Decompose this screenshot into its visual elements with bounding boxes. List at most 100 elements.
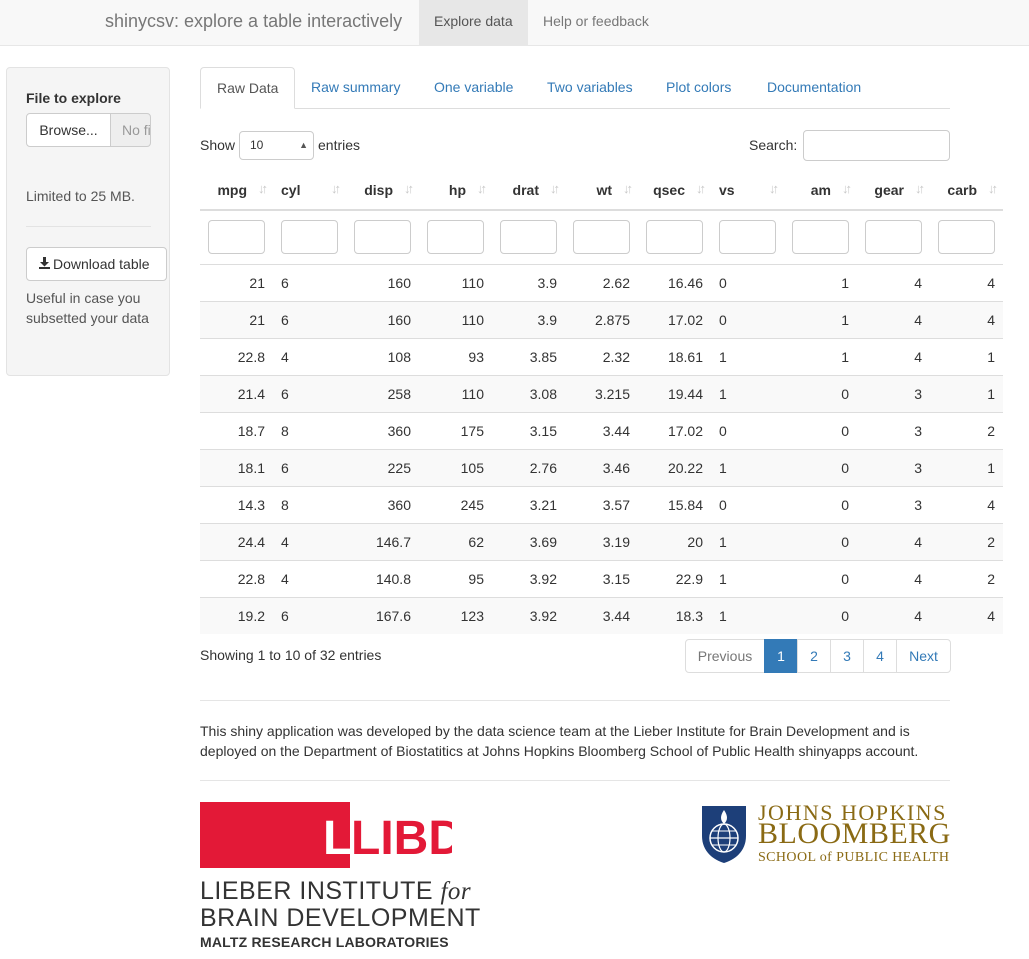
page-length-value: 10 xyxy=(250,138,264,152)
table-cell-wt: 3.44 xyxy=(565,596,638,634)
table-cell-am: 1 xyxy=(784,263,857,301)
sidebar-panel: File to explore Browse... No file select… xyxy=(6,67,170,376)
column-filter-input[interactable] xyxy=(792,220,849,255)
table-row: 14.3 8 360 245 3.21 3.57 15.84 0 0 3 4 xyxy=(200,485,1003,523)
table-row: 21 6 160 110 3.9 2.875 17.02 0 1 4 4 xyxy=(200,300,1003,338)
column-header-wt[interactable]: wt ↓↑ xyxy=(565,170,638,211)
page-button-2[interactable]: 2 xyxy=(797,639,831,673)
column-filter-input[interactable] xyxy=(500,220,557,255)
table-header-row: mpg ↓↑ cyl ↓↑ disp ↓↑ hp ↓↑ drat ↓↑ wt ↓↑ qsec ↓↑ vs ↓↑… xyxy=(200,170,1003,211)
column-filter-input[interactable] xyxy=(938,220,995,255)
table-cell-qsec: 17.02 xyxy=(638,411,711,449)
column-header-gear[interactable]: gear ↓↑ xyxy=(857,170,930,211)
table-cell-drat: 3.15 xyxy=(492,411,565,449)
browse-button[interactable]: Browse... xyxy=(26,113,111,147)
table-cell-drat: 3.08 xyxy=(492,374,565,412)
table-cell-drat: 3.92 xyxy=(492,559,565,597)
table-cell-vs: 1 xyxy=(711,448,784,486)
table-cell-qsec: 18.3 xyxy=(638,596,711,634)
column-header-carb[interactable]: carb ↓↑ xyxy=(930,170,1003,211)
table-cell-vs: 1 xyxy=(711,374,784,412)
column-header-cyl[interactable]: cyl ↓↑ xyxy=(273,170,346,211)
sort-icon[interactable]: ↓↑ xyxy=(915,181,925,196)
sort-icon[interactable]: ↓↑ xyxy=(477,181,487,196)
table-cell-vs: 1 xyxy=(711,596,784,634)
table-cell-carb: 2 xyxy=(930,411,1003,449)
column-filter-input[interactable] xyxy=(208,220,265,255)
table-info: Showing 1 to 10 of 32 entries xyxy=(200,647,382,663)
table-cell-gear: 4 xyxy=(857,596,930,634)
table-row: 21.4 6 258 110 3.08 3.215 19.44 1 0 3 1 xyxy=(200,374,1003,412)
sort-icon[interactable]: ↓↑ xyxy=(623,181,633,196)
libd-mark: L LIBD xyxy=(320,802,452,868)
table-cell-qsec: 20.22 xyxy=(638,448,711,486)
sort-icon[interactable]: ↓↑ xyxy=(988,181,998,196)
filter-cell-qsec xyxy=(638,210,711,265)
page-button-4[interactable]: 4 xyxy=(863,639,897,673)
filter-cell-disp xyxy=(346,210,419,265)
column-filter-input[interactable] xyxy=(354,220,411,255)
table-cell-mpg: 21.4 xyxy=(200,374,273,412)
table-cell-drat: 3.92 xyxy=(492,596,565,634)
page-length-select[interactable]: 10 ▲ xyxy=(239,131,314,160)
column-filter-input[interactable] xyxy=(281,220,338,255)
page-button-3[interactable]: 3 xyxy=(830,639,864,673)
column-filter-input[interactable] xyxy=(573,220,630,255)
tab-raw-summary[interactable]: Raw summary xyxy=(295,67,416,109)
column-header-drat[interactable]: drat ↓↑ xyxy=(492,170,565,211)
sort-icon[interactable]: ↓↑ xyxy=(404,181,414,196)
file-name-field[interactable]: No file selected xyxy=(110,113,151,147)
column-header-label: cyl xyxy=(281,181,301,198)
table-cell-mpg: 24.4 xyxy=(200,522,273,560)
table-cell-am: 0 xyxy=(784,411,857,449)
sort-icon[interactable]: ↓↑ xyxy=(550,181,560,196)
column-filter-input[interactable] xyxy=(427,220,484,255)
table-cell-qsec: 15.84 xyxy=(638,485,711,523)
column-filter-input[interactable] xyxy=(646,220,703,255)
tab-one-variable[interactable]: One variable xyxy=(418,67,529,109)
sort-icon[interactable]: ↓↑ xyxy=(842,181,852,196)
filter-cell-drat xyxy=(492,210,565,265)
table-cell-gear: 3 xyxy=(857,448,930,486)
table-row: 22.8 4 108 93 3.85 2.32 18.61 1 1 4 1 xyxy=(200,337,1003,375)
column-header-disp[interactable]: disp ↓↑ xyxy=(346,170,419,211)
column-header-hp[interactable]: hp ↓↑ xyxy=(419,170,492,211)
table-cell-disp: 360 xyxy=(346,485,419,523)
column-filter-input[interactable] xyxy=(719,220,776,255)
table-cell-vs: 1 xyxy=(711,559,784,597)
column-header-mpg[interactable]: mpg ↓↑ xyxy=(200,170,273,211)
table-cell-wt: 2.875 xyxy=(565,300,638,338)
table-cell-am: 1 xyxy=(784,300,857,338)
previous-page-button[interactable]: Previous xyxy=(685,639,765,673)
sort-icon[interactable]: ↓↑ xyxy=(769,181,779,196)
nav-tab-help-feedback[interactable]: Help or feedback xyxy=(528,0,664,45)
file-input: Browse... No file selected xyxy=(26,113,151,147)
table-cell-wt: 3.215 xyxy=(565,374,638,412)
svg-text:L: L xyxy=(323,812,352,865)
column-header-label: hp xyxy=(448,181,466,198)
sort-icon[interactable]: ↓↑ xyxy=(696,181,706,196)
tab-documentation[interactable]: Documentation xyxy=(751,67,877,109)
sort-icon[interactable]: ↓↑ xyxy=(331,181,341,196)
tab-raw-data[interactable]: Raw Data xyxy=(200,67,296,109)
table-cell-disp: 167.6 xyxy=(346,596,419,634)
column-header-am[interactable]: am ↓↑ xyxy=(784,170,857,211)
page-button-1[interactable]: 1 xyxy=(764,639,798,673)
search-input[interactable] xyxy=(803,130,950,161)
table-cell-carb: 1 xyxy=(930,448,1003,486)
nav-tab-explore-data[interactable]: Explore data xyxy=(419,0,528,45)
table-cell-mpg: 18.7 xyxy=(200,411,273,449)
column-header-vs[interactable]: vs ↓↑ xyxy=(711,170,784,211)
tab-plot-colors[interactable]: Plot colors xyxy=(650,67,747,109)
column-header-qsec[interactable]: qsec ↓↑ xyxy=(638,170,711,211)
table-row: 21 6 160 110 3.9 2.62 16.46 0 1 4 4 xyxy=(200,263,1003,301)
next-page-button[interactable]: Next xyxy=(896,639,951,673)
table-cell-disp: 108 xyxy=(346,337,419,375)
sort-icon[interactable]: ↓↑ xyxy=(258,181,268,196)
tab-two-variables[interactable]: Two variables xyxy=(531,67,649,109)
column-filter-input[interactable] xyxy=(865,220,922,255)
table-cell-wt: 2.62 xyxy=(565,263,638,301)
table-cell-cyl: 8 xyxy=(273,485,346,523)
table-cell-mpg: 14.3 xyxy=(200,485,273,523)
download-table-button[interactable]: Download table xyxy=(26,247,167,281)
